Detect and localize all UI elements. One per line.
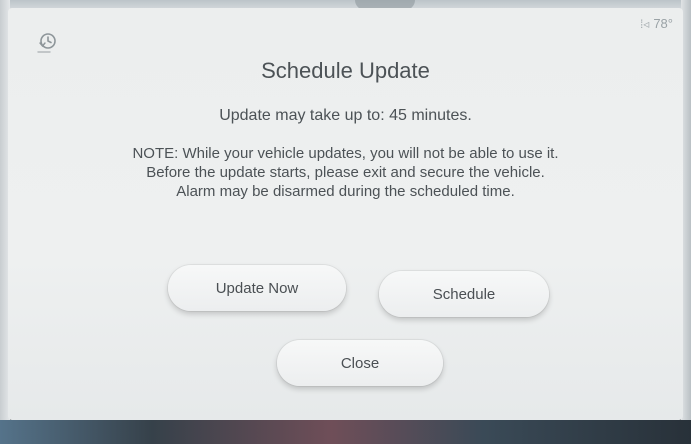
note-line: Alarm may be disarmed during the schedul… [176, 183, 515, 200]
update-note: NOTE: While your vehicle updates, you wi… [58, 144, 633, 201]
status-bar: ⁞◃ 78° [640, 16, 673, 31]
background-strip [0, 420, 691, 444]
dialog-title: Schedule Update [261, 58, 430, 83]
close-button[interactable]: Close [277, 340, 443, 386]
note-line: NOTE: While your vehicle updates, you wi… [132, 145, 559, 162]
schedule-button[interactable]: Schedule [379, 271, 549, 317]
update-duration-text: Update may take up to: 45 minutes. [219, 107, 472, 124]
dialog-screen: ⁞◃ 78° Schedule Update Update may take u… [8, 8, 683, 420]
temperature-readout: 78° [653, 16, 673, 31]
clock-history-icon[interactable] [34, 30, 60, 56]
signal-icon: ⁞◃ [639, 16, 650, 31]
note-line: Before the update starts, please exit an… [146, 164, 545, 181]
update-now-button[interactable]: Update Now [168, 265, 346, 311]
